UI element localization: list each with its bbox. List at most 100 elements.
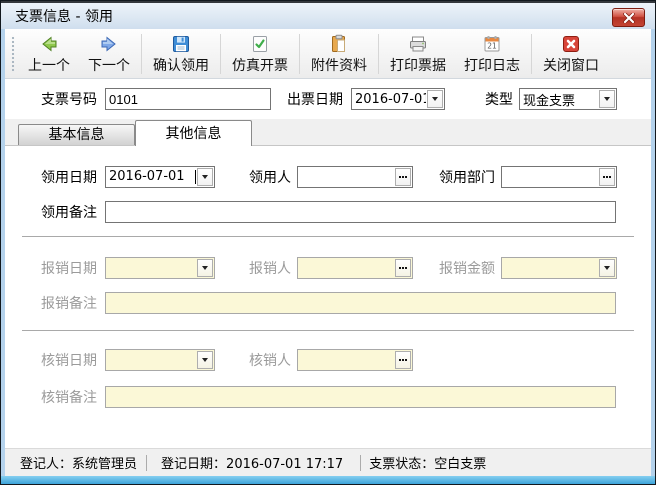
- titlebar: 支票信息 - 领用: [1, 1, 655, 29]
- writeoff-date-label: 核销日期: [41, 350, 105, 370]
- check-info-window: 支票信息 - 领用 上一个: [0, 0, 656, 485]
- statusbar-divider: [146, 455, 147, 471]
- close-window-button[interactable]: [612, 8, 645, 27]
- type-dropdown[interactable]: 现金支票: [519, 88, 617, 110]
- claim-date-dropdown[interactable]: 2016-07-01: [105, 166, 215, 188]
- previous-button[interactable]: 上一个: [19, 31, 79, 77]
- writeoff-person-label: 核销人: [249, 350, 297, 370]
- simulate-invoice-button[interactable]: 仿真开票: [223, 31, 297, 77]
- reimburse-date-dropdown: [105, 257, 215, 279]
- other-info-panel: 领用日期 2016-07-01 领用人 领用部门: [5, 146, 651, 448]
- check-number-input[interactable]: [105, 88, 271, 110]
- dropdown-button[interactable]: [427, 90, 443, 108]
- type-value: 现金支票: [520, 90, 598, 109]
- section-separator: [22, 236, 634, 237]
- confirm-claim-button[interactable]: 确认领用: [144, 31, 218, 77]
- toolbar: 上一个 下一个: [5, 29, 651, 79]
- page-check-icon: [250, 34, 270, 54]
- arrow-left-icon: [39, 34, 59, 54]
- statusbar-divider: [360, 455, 361, 471]
- reimburse-notes-row: 报销备注: [5, 291, 651, 314]
- ellipsis-picker-button: [395, 259, 411, 277]
- check-number-label: 支票号码: [41, 89, 105, 109]
- arrow-right-icon: [99, 34, 119, 54]
- toolbar-button-label: 附件资料: [311, 55, 367, 75]
- ellipsis-icon: [399, 267, 401, 269]
- registration-date-status: 登记日期：2016-07-01 17:17: [161, 453, 343, 472]
- tabstrip: 基本信息 其他信息: [5, 119, 651, 146]
- toolbar-button-label: 关闭窗口: [543, 55, 599, 75]
- reimburse-notes-field: [105, 292, 616, 314]
- toolbar-button-label: 上一个: [28, 55, 70, 75]
- text-caret: [195, 170, 196, 184]
- chevron-down-icon: [202, 266, 208, 270]
- clipboard-icon: [329, 34, 349, 54]
- print-log-button[interactable]: 21 打印日志: [455, 31, 529, 77]
- dropdown-button[interactable]: [599, 90, 615, 108]
- ellipsis-icon: [399, 176, 401, 178]
- issue-date-dropdown[interactable]: 2016-07-01: [351, 88, 445, 110]
- claim-date-label: 领用日期: [41, 167, 105, 187]
- writeoff-person-field: [297, 349, 413, 371]
- next-button[interactable]: 下一个: [79, 31, 139, 77]
- reimburse-date-label: 报销日期: [41, 258, 105, 278]
- section-separator: [22, 330, 634, 331]
- claim-person-label: 领用人: [249, 167, 297, 187]
- writeoff-notes-row: 核销备注: [5, 385, 651, 408]
- toolbar-button-label: 打印票据: [390, 55, 446, 75]
- issue-date-value: 2016-07-01: [352, 92, 426, 107]
- toolbar-separator: [220, 34, 221, 74]
- statusbar: 登记人：系统管理员 登记日期：2016-07-01 17:17 支票状态：空白支…: [5, 448, 651, 476]
- attachments-button[interactable]: 附件资料: [302, 31, 376, 77]
- claim-notes-row: 领用备注: [5, 200, 651, 223]
- chevron-down-icon: [604, 97, 610, 101]
- claim-notes-input[interactable]: [105, 201, 616, 223]
- registrant-status: 登记人：系统管理员: [20, 453, 137, 472]
- close-red-icon: [561, 34, 581, 54]
- calendar-icon: 21: [482, 34, 502, 54]
- reimburse-person-label: 报销人: [249, 258, 297, 278]
- ellipsis-picker-button[interactable]: [395, 168, 411, 186]
- toolbar-separator: [378, 34, 379, 74]
- ellipsis-icon: [399, 359, 401, 361]
- chevron-down-icon: [432, 97, 438, 101]
- tab-basic-info[interactable]: 基本信息: [18, 124, 135, 145]
- toolbar-grip-handle[interactable]: [10, 35, 15, 73]
- claim-dept-label: 领用部门: [439, 167, 501, 187]
- dropdown-button: [599, 259, 615, 277]
- ellipsis-icon: [603, 176, 605, 178]
- claim-dept-field[interactable]: [501, 166, 617, 188]
- reimburse-amount-label: 报销金额: [439, 258, 501, 278]
- printer-icon: [408, 34, 428, 54]
- ellipsis-picker-button: [395, 351, 411, 369]
- window-body: 上一个 下一个: [5, 29, 651, 476]
- claim-date-value: 2016-07-01: [106, 169, 194, 184]
- print-receipt-button[interactable]: 打印票据: [381, 31, 455, 77]
- type-label: 类型: [485, 89, 519, 109]
- claim-notes-label: 领用备注: [41, 202, 105, 222]
- dropdown-button[interactable]: [197, 168, 213, 186]
- dropdown-button: [197, 259, 213, 277]
- header-form: 支票号码 出票日期 2016-07-01 类型 现金支票: [5, 79, 651, 119]
- reimburse-amount-dropdown: [501, 257, 617, 279]
- close-window-toolbar-button[interactable]: 关闭窗口: [534, 31, 608, 77]
- svg-text:21: 21: [487, 41, 497, 50]
- toolbar-separator: [531, 34, 532, 74]
- toolbar-button-label: 下一个: [88, 55, 130, 75]
- window-bottom-frame: [1, 476, 655, 484]
- chevron-down-icon: [202, 175, 208, 179]
- writeoff-row: 核销日期 核销人: [5, 348, 651, 371]
- reimburse-notes-label: 报销备注: [41, 293, 105, 313]
- claim-person-field[interactable]: [297, 166, 413, 188]
- issue-date-label: 出票日期: [287, 89, 351, 109]
- writeoff-notes-label: 核销备注: [41, 387, 105, 407]
- toolbar-separator: [299, 34, 300, 74]
- writeoff-date-dropdown: [105, 349, 215, 371]
- toolbar-button-label: 确认领用: [153, 55, 209, 75]
- ellipsis-picker-button[interactable]: [599, 168, 615, 186]
- toolbar-button-label: 仿真开票: [232, 55, 288, 75]
- tab-other-info[interactable]: 其他信息: [135, 120, 252, 146]
- claim-row: 领用日期 2016-07-01 领用人 领用部门: [5, 165, 651, 188]
- reimburse-row: 报销日期 报销人 报销金额: [5, 256, 651, 279]
- save-floppy-icon: [171, 34, 191, 54]
